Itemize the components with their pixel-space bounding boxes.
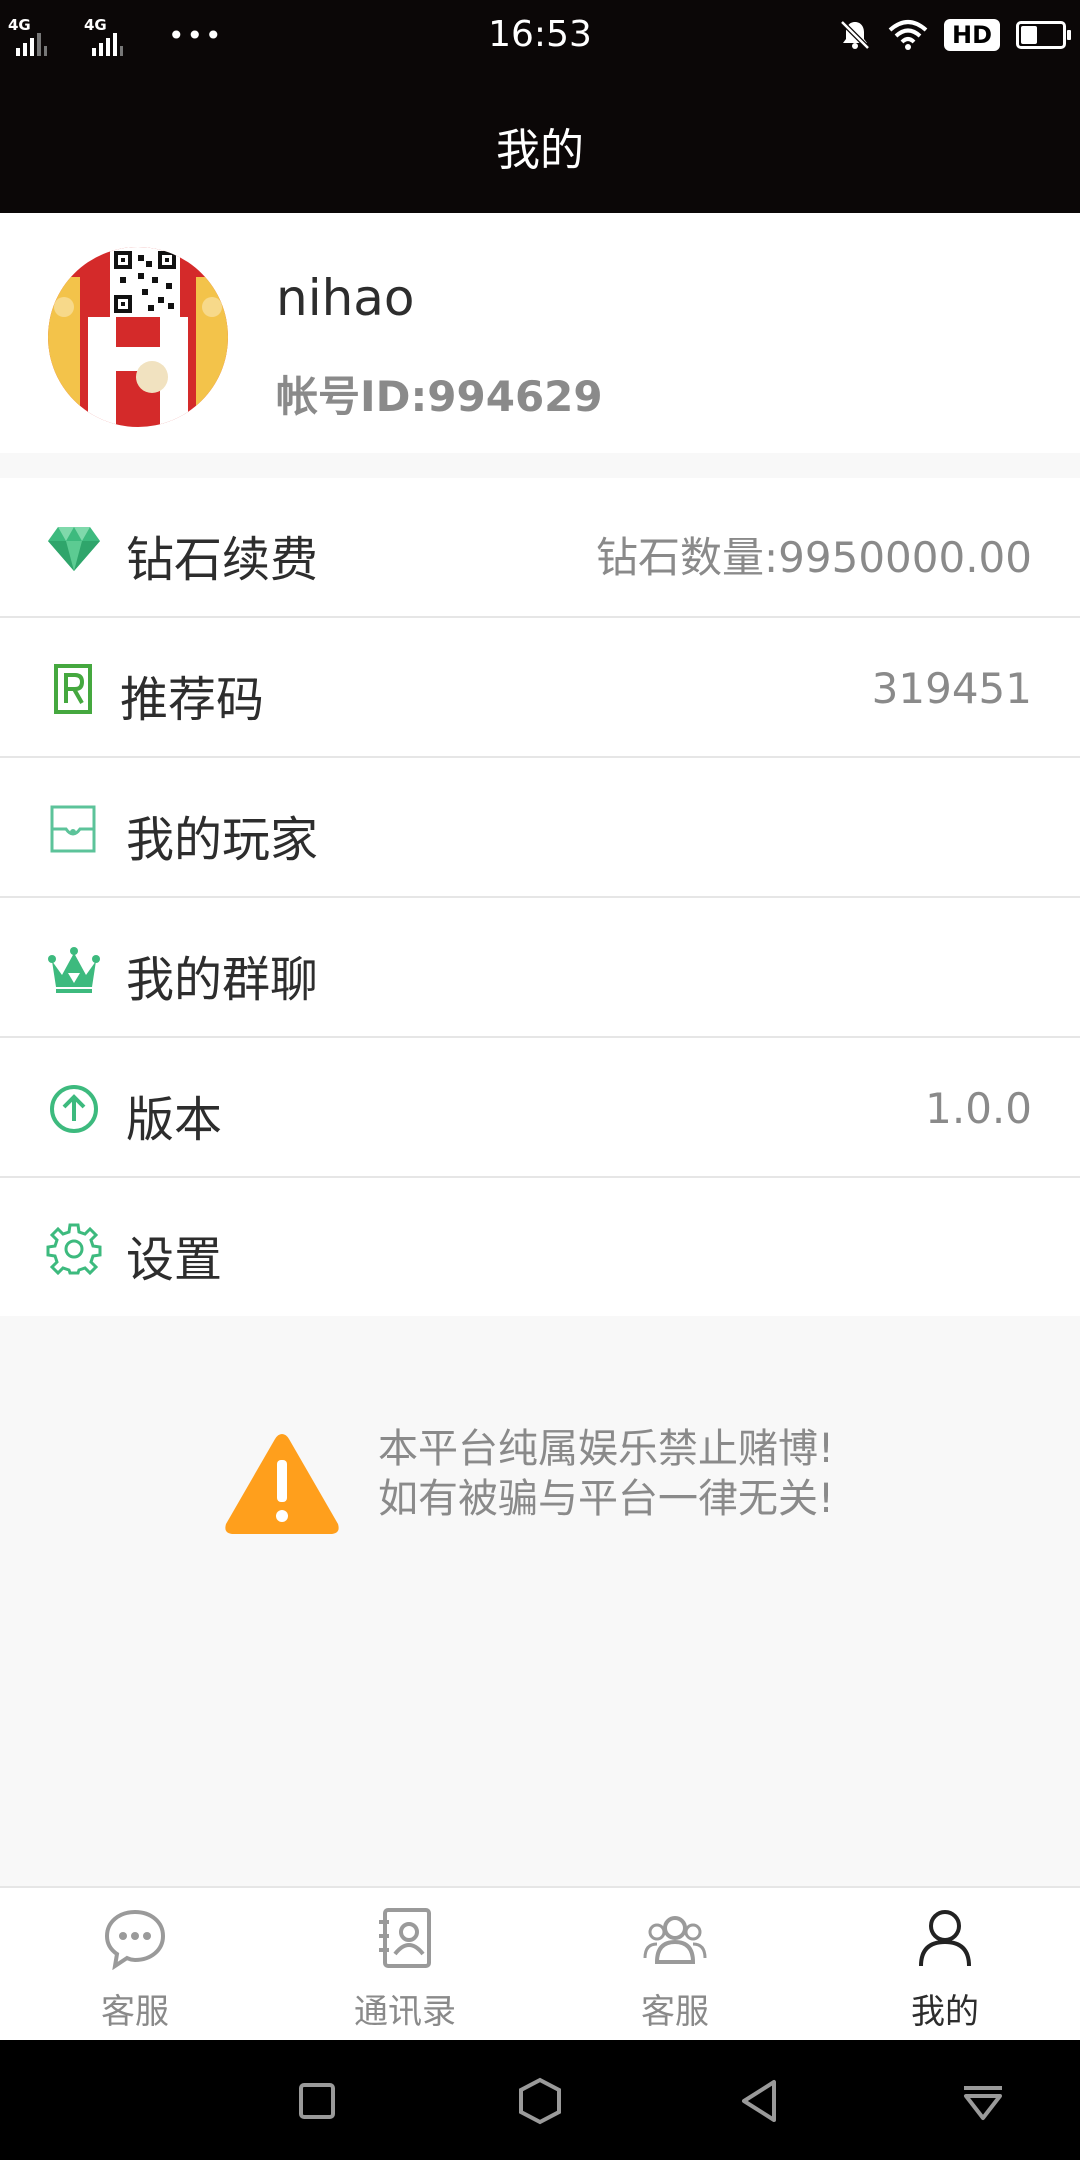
menu-label: 版本 [126,1092,223,1148]
notification-shade-icon[interactable] [958,2076,1008,2126]
menu-item-my-groups[interactable]: 我的群聊 [0,898,1080,1038]
disclaimer-text: 本平台纯属娱乐禁止赌博! 如有被骗与平台一律无关! [378,1424,834,1524]
menu-label: 我的玩家 [126,812,319,868]
tab-label: 我的 [911,1992,979,2032]
chat-bubble-icon [104,1909,166,1970]
group-icon [643,1916,707,1964]
status-right: HD [838,18,1071,52]
home-hexagon-icon[interactable] [515,2076,565,2126]
menu-label: 推荐码 [120,672,265,728]
username: nihao [276,269,415,327]
referral-code-value: 319451 [871,664,1032,713]
menu-item-my-players[interactable]: 我的玩家 [0,758,1080,898]
referral-r-icon [54,664,92,714]
contacts-icon [379,1908,431,1968]
recent-apps-icon[interactable] [292,2076,342,2126]
battery-icon [1016,21,1071,49]
menu-item-referral-code[interactable]: 推荐码 319451 [0,618,1080,758]
menu-item-version[interactable]: 版本 1.0.0 [0,1038,1080,1178]
crown-icon [48,947,100,993]
tab-label: 客服 [101,1992,169,2032]
tab-contacts[interactable]: 通讯录 [270,1888,540,2042]
person-icon [919,1910,971,1967]
menu-list: 钻石续费 钻石数量:9950000.00 推荐码 319451 我的玩家 我的群… [0,478,1080,1316]
upload-arrow-icon [50,1085,98,1133]
version-value: 1.0.0 [925,1084,1032,1133]
warning-icon [225,1434,339,1534]
menu-item-diamond-recharge[interactable]: 钻石续费 钻石数量:9950000.00 [0,478,1080,618]
tab-label: 客服 [641,1992,709,2032]
account-id: 帐号ID:994629 [276,372,603,421]
menu-item-settings[interactable]: 设置 [0,1178,1080,1316]
tab-me[interactable]: 我的 [810,1888,1080,2042]
players-card-icon [50,805,96,853]
tab-group-service[interactable]: 客服 [540,1888,810,2042]
system-nav-bar [0,2040,1080,2160]
mute-bell-icon [840,20,870,50]
disclaimer-line-1: 本平台纯属娱乐禁止赌博! [378,1426,835,1472]
status-bar: 4G 4G ••• 16:53 HD [0,0,1080,76]
profile-card[interactable]: nihao 帐号ID:994629 [0,213,1080,453]
page-title: 我的 [496,125,584,176]
gear-icon [46,1223,102,1275]
diamond-icon [48,527,100,571]
avatar[interactable] [48,247,228,427]
menu-label: 设置 [126,1232,223,1288]
tab-label: 通讯录 [354,1992,456,2032]
wifi-icon [888,20,928,50]
tab-customer-service[interactable]: 客服 [0,1888,270,2042]
menu-label: 钻石续费 [126,532,319,588]
menu-label: 我的群聊 [126,952,319,1008]
back-icon[interactable] [736,2076,786,2126]
hd-badge: HD [943,19,1000,51]
diamond-count: 钻石数量:9950000.00 [596,533,1032,582]
disclaimer-line-2: 如有被骗与平台一律无关! [378,1476,835,1522]
bottom-tab-bar: 客服 通讯录 客服 我的 [0,1886,1080,2042]
screen: 4G 4G ••• 16:53 HD 我的 nihao 帐号ID:994629 … [0,0,1080,2160]
app-header: 我的 [0,76,1080,213]
